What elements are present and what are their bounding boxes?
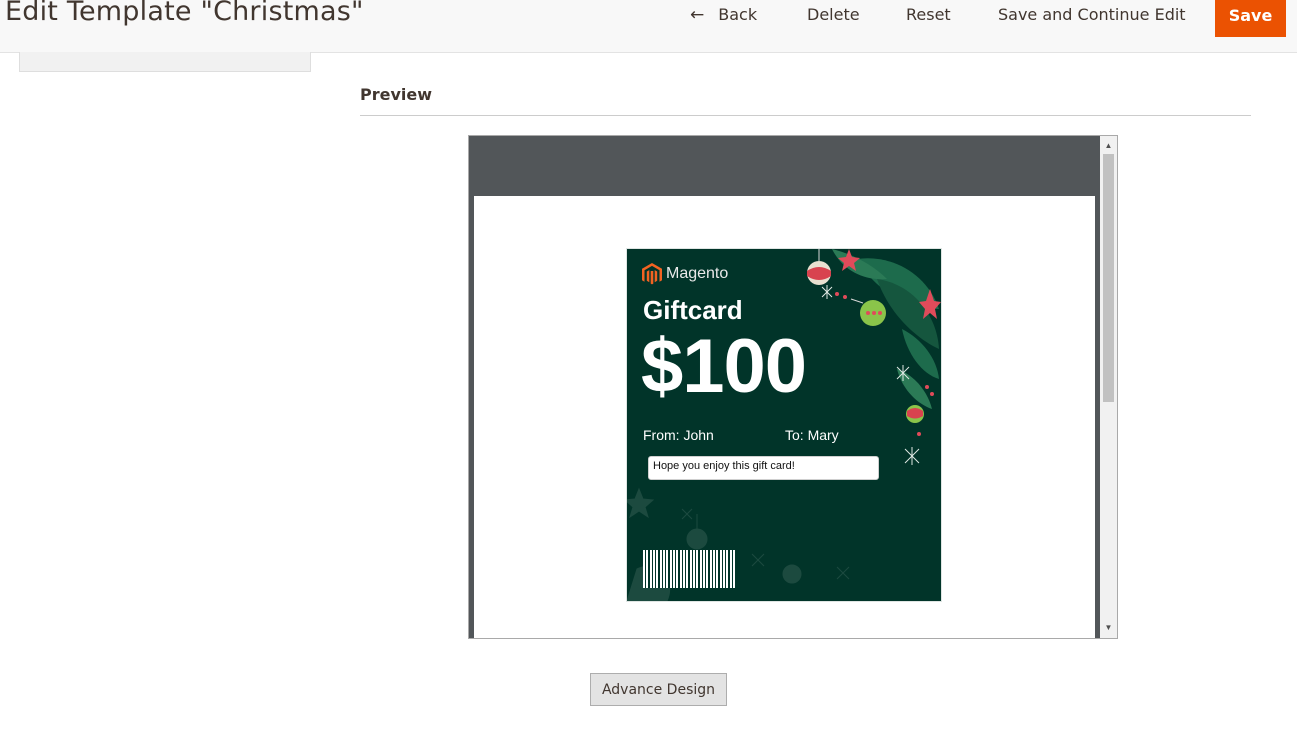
giftcard-amount: $100 bbox=[641, 324, 807, 409]
advance-design-button[interactable]: Advance Design bbox=[590, 673, 727, 706]
save-button[interactable]: Save bbox=[1215, 0, 1286, 37]
arrow-left-icon: ← bbox=[690, 5, 705, 25]
back-button[interactable]: ← Back bbox=[690, 0, 757, 30]
delete-button[interactable]: Delete bbox=[807, 0, 860, 30]
page-header: Edit Template "Christmas" ← Back Delete R… bbox=[0, 0, 1297, 53]
giftcard-from: From: John bbox=[643, 427, 714, 443]
brand-logo: Magento bbox=[642, 263, 728, 285]
reset-button[interactable]: Reset bbox=[906, 0, 951, 30]
preview-scrollbar[interactable]: ▲ ▼ bbox=[1100, 136, 1117, 638]
page-title: Edit Template "Christmas" bbox=[5, 0, 364, 27]
giftcard-message: Hope you enjoy this gift card! bbox=[648, 456, 879, 480]
side-panel bbox=[19, 52, 311, 72]
preview-toolbar bbox=[469, 136, 1100, 196]
frame-border-left bbox=[469, 196, 474, 638]
giftcard-to: To: Mary bbox=[785, 427, 839, 443]
preview-section-title: Preview bbox=[360, 85, 433, 104]
barcode-icon bbox=[643, 550, 735, 588]
brand-name: Magento bbox=[666, 265, 729, 282]
magento-logo-icon bbox=[642, 263, 662, 285]
back-label: Back bbox=[718, 5, 758, 24]
scroll-down-arrow-icon[interactable]: ▼ bbox=[1100, 620, 1117, 636]
scroll-thumb[interactable] bbox=[1103, 154, 1114, 402]
section-divider bbox=[360, 115, 1251, 116]
giftcard-title: Giftcard bbox=[643, 295, 743, 325]
preview-frame[interactable]: Magento Giftcard $100 From: John To: Mar… bbox=[468, 135, 1118, 639]
gift-card: Magento Giftcard $100 From: John To: Mar… bbox=[626, 248, 942, 602]
scroll-up-arrow-icon[interactable]: ▲ bbox=[1100, 138, 1117, 154]
save-and-continue-button[interactable]: Save and Continue Edit bbox=[998, 0, 1186, 30]
